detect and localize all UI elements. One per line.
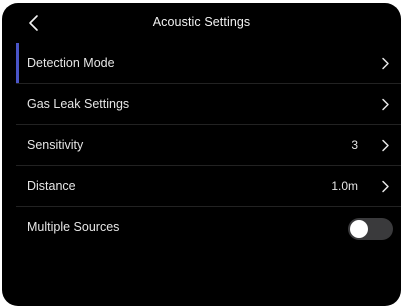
detection-mode-row[interactable]: Detection Mode (16, 43, 401, 84)
distance-row[interactable]: Distance 1.0m (16, 166, 401, 207)
settings-screen: Acoustic Settings Detection Mode Gas Lea… (2, 3, 401, 306)
gas-leak-settings-label: Gas Leak Settings (27, 97, 130, 111)
multiple-sources-label: Multiple Sources (27, 220, 120, 234)
sensitivity-value: 3 (351, 138, 358, 152)
distance-label: Distance (27, 179, 76, 193)
multiple-sources-row: Multiple Sources (16, 207, 401, 247)
chevron-right-icon (382, 57, 389, 70)
toggle-knob (350, 220, 368, 238)
gas-leak-settings-row[interactable]: Gas Leak Settings (16, 84, 401, 125)
sensitivity-label: Sensitivity (27, 138, 84, 152)
chevron-right-icon (382, 180, 389, 193)
chevron-right-icon (382, 139, 389, 152)
chevron-right-icon (382, 98, 389, 111)
distance-value: 1.0m (331, 179, 358, 193)
multiple-sources-toggle[interactable] (348, 218, 393, 240)
detection-mode-label: Detection Mode (27, 56, 115, 70)
page-title: Acoustic Settings (152, 15, 251, 29)
header-bar: Acoustic Settings (2, 3, 401, 41)
sensitivity-row[interactable]: Sensitivity 3 (16, 125, 401, 166)
settings-list: Detection Mode Gas Leak Settings Sensiti… (16, 43, 401, 247)
